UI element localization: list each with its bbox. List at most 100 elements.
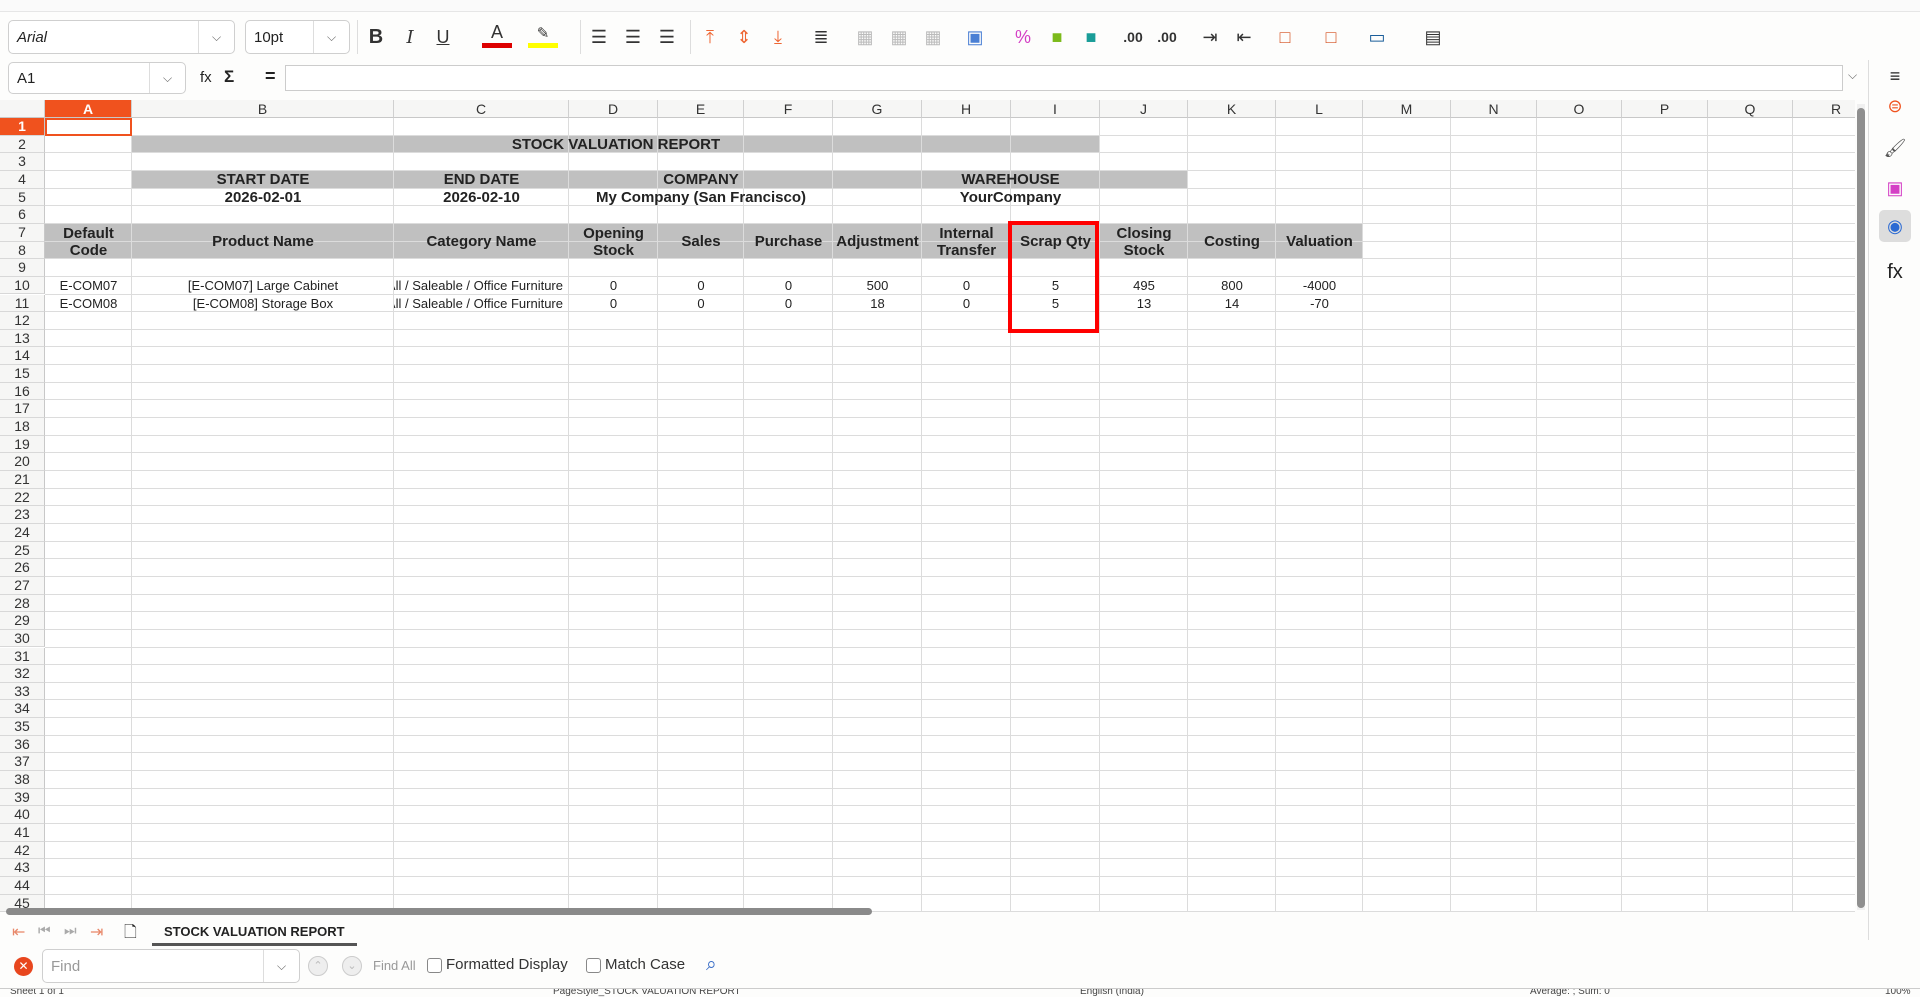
column-header-r[interactable]: R bbox=[1793, 100, 1855, 118]
row-header-37[interactable]: 37 bbox=[0, 753, 45, 772]
row-header-4[interactable]: 4 bbox=[0, 170, 45, 189]
column-header-c[interactable]: C bbox=[394, 100, 569, 118]
find-all-button[interactable]: Find All bbox=[373, 958, 416, 973]
cell-d4[interactable]: COMPANY bbox=[569, 171, 833, 189]
increase-indent-icon[interactable]: ⇥ bbox=[1195, 22, 1225, 52]
font-size-combo[interactable]: 10pt ⌵ bbox=[245, 20, 350, 54]
row-header-8[interactable]: 8 bbox=[0, 241, 45, 260]
row-header-18[interactable]: 18 bbox=[0, 418, 45, 436]
row-header-16[interactable]: 16 bbox=[0, 382, 45, 401]
bold-icon[interactable]: B bbox=[361, 22, 391, 52]
spreadsheet-grid[interactable]: A B C D E F G H I J K L M N O P Q R 1 2 3 4 5 6 7 8 9 10 11 12 13 14 15 1… bbox=[0, 100, 1855, 912]
cell-g7[interactable]: Adjustment bbox=[833, 224, 922, 259]
cell-d10[interactable]: 0 bbox=[569, 277, 658, 295]
cell-d5[interactable]: My Company (San Francisco) bbox=[569, 189, 833, 207]
add-sheet-icon[interactable]: 🗋 bbox=[124, 921, 137, 948]
chevron-down-icon[interactable]: ⌵ bbox=[263, 950, 299, 982]
row-header-10[interactable]: 10 bbox=[0, 276, 45, 295]
row-header-2[interactable]: 2 bbox=[0, 135, 45, 154]
row-header-32[interactable]: 32 bbox=[0, 665, 45, 683]
find-input[interactable]: Find ⌵ bbox=[42, 949, 300, 983]
row-header-7[interactable]: 7 bbox=[0, 223, 45, 242]
row-header-1[interactable]: 1 bbox=[0, 118, 45, 136]
row-header-27[interactable]: 27 bbox=[0, 576, 45, 595]
cell-d7[interactable]: Opening Stock bbox=[569, 224, 658, 259]
cell-k7[interactable]: Costing bbox=[1188, 224, 1276, 259]
row-header-12[interactable]: 12 bbox=[0, 312, 45, 330]
font-size-value[interactable]: 10pt bbox=[246, 29, 313, 46]
active-cell-cursor[interactable] bbox=[45, 118, 132, 136]
cell-a10[interactable]: E-COM07 bbox=[45, 277, 132, 295]
properties-icon[interactable]: ⊜ bbox=[1879, 90, 1911, 122]
column-header-h[interactable]: H bbox=[922, 100, 1011, 118]
row-header-30[interactable]: 30 bbox=[0, 629, 45, 648]
cell-j7[interactable]: Closing Stock bbox=[1100, 224, 1188, 259]
row-header-33[interactable]: 33 bbox=[0, 682, 45, 701]
cell-j10[interactable]: 495 bbox=[1100, 277, 1188, 295]
border-style-icon[interactable]: □ bbox=[1316, 22, 1346, 52]
row-header-41[interactable]: 41 bbox=[0, 824, 45, 842]
row-header-31[interactable]: 31 bbox=[0, 647, 45, 666]
row-header-14[interactable]: 14 bbox=[0, 347, 45, 366]
find-previous-icon[interactable]: ⌃ bbox=[308, 956, 328, 976]
cell-k11[interactable]: 14 bbox=[1188, 295, 1276, 313]
currency-icon[interactable]: ▣ bbox=[960, 22, 990, 52]
row-header-6[interactable]: 6 bbox=[0, 206, 45, 224]
sheet-tab-stock-valuation-report[interactable]: STOCK VALUATION REPORT bbox=[152, 920, 357, 946]
name-box[interactable]: A1 ⌵ bbox=[8, 62, 186, 94]
sidebar-menu-icon[interactable]: ≡ bbox=[1879, 60, 1911, 92]
row-header-5[interactable]: 5 bbox=[0, 188, 45, 207]
borders-icon[interactable]: □ bbox=[1270, 22, 1300, 52]
cell-c7[interactable]: Category Name bbox=[394, 224, 569, 259]
row-header-44[interactable]: 44 bbox=[0, 876, 45, 895]
cell-a7[interactable]: Default Code bbox=[45, 224, 132, 259]
cell-b2[interactable]: STOCK VALUATION REPORT bbox=[132, 136, 1100, 154]
column-header-d[interactable]: D bbox=[569, 100, 658, 118]
row-header-38[interactable]: 38 bbox=[0, 771, 45, 789]
cell-c11[interactable]: All / Saleable / Office Furniture bbox=[394, 295, 569, 313]
row-header-28[interactable]: 28 bbox=[0, 594, 45, 613]
column-header-i[interactable]: I bbox=[1011, 100, 1100, 118]
column-header-g[interactable]: G bbox=[833, 100, 922, 118]
column-header-n[interactable]: N bbox=[1451, 100, 1537, 118]
cell-l11[interactable]: -70 bbox=[1276, 295, 1363, 313]
cell-b5[interactable]: 2026-02-01 bbox=[132, 189, 394, 207]
function-wizard-icon[interactable]: fx bbox=[200, 69, 212, 86]
cell-c5[interactable]: 2026-02-10 bbox=[394, 189, 569, 207]
merge-cells-icon[interactable]: ▦ bbox=[850, 22, 880, 52]
match-case-checkbox[interactable]: Match Case bbox=[586, 956, 685, 973]
align-left-icon[interactable]: ☰ bbox=[584, 22, 614, 52]
column-header-j[interactable]: J bbox=[1100, 100, 1188, 118]
cell-a11[interactable]: E-COM08 bbox=[45, 295, 132, 313]
border-color-icon[interactable]: ▭ bbox=[1362, 22, 1392, 52]
cell-g4[interactable]: WAREHOUSE bbox=[833, 171, 1188, 189]
cell-b11[interactable]: [E-COM08] Storage Box bbox=[132, 295, 394, 313]
row-header-21[interactable]: 21 bbox=[0, 471, 45, 489]
align-center-icon[interactable]: ☰ bbox=[618, 22, 648, 52]
highlight-color-icon[interactable]: ✎ bbox=[528, 22, 558, 48]
cell-l10[interactable]: -4000 bbox=[1276, 277, 1363, 295]
row-header-25[interactable]: 25 bbox=[0, 541, 45, 560]
cell-h11[interactable]: 0 bbox=[922, 295, 1011, 313]
previous-sheet-icon[interactable]: ⏮ bbox=[38, 922, 51, 939]
row-header-42[interactable]: 42 bbox=[0, 841, 45, 860]
name-box-value[interactable]: A1 bbox=[9, 70, 149, 87]
row-header-17[interactable]: 17 bbox=[0, 400, 45, 419]
align-top-icon[interactable]: ⤒ bbox=[695, 22, 725, 52]
sum-icon[interactable]: Σ bbox=[224, 67, 234, 87]
number-format-icon[interactable]: ■ bbox=[1042, 22, 1072, 52]
conditional-format-icon[interactable]: ▤ bbox=[1418, 22, 1448, 52]
gallery-icon[interactable]: ▣ bbox=[1879, 172, 1911, 204]
row-header-35[interactable]: 35 bbox=[0, 718, 45, 736]
formula-icon[interactable]: = bbox=[265, 66, 276, 87]
cell-c4[interactable]: END DATE bbox=[394, 171, 569, 189]
cell-e10[interactable]: 0 bbox=[658, 277, 744, 295]
column-header-e[interactable]: E bbox=[658, 100, 744, 118]
wrap-text-icon[interactable]: ≣ bbox=[806, 22, 836, 52]
column-header-m[interactable]: M bbox=[1363, 100, 1451, 118]
cell-h10[interactable]: 0 bbox=[922, 277, 1011, 295]
cell-f11[interactable]: 0 bbox=[744, 295, 833, 313]
row-header-43[interactable]: 43 bbox=[0, 859, 45, 877]
row-header-26[interactable]: 26 bbox=[0, 559, 45, 577]
row-header-24[interactable]: 24 bbox=[0, 523, 45, 542]
